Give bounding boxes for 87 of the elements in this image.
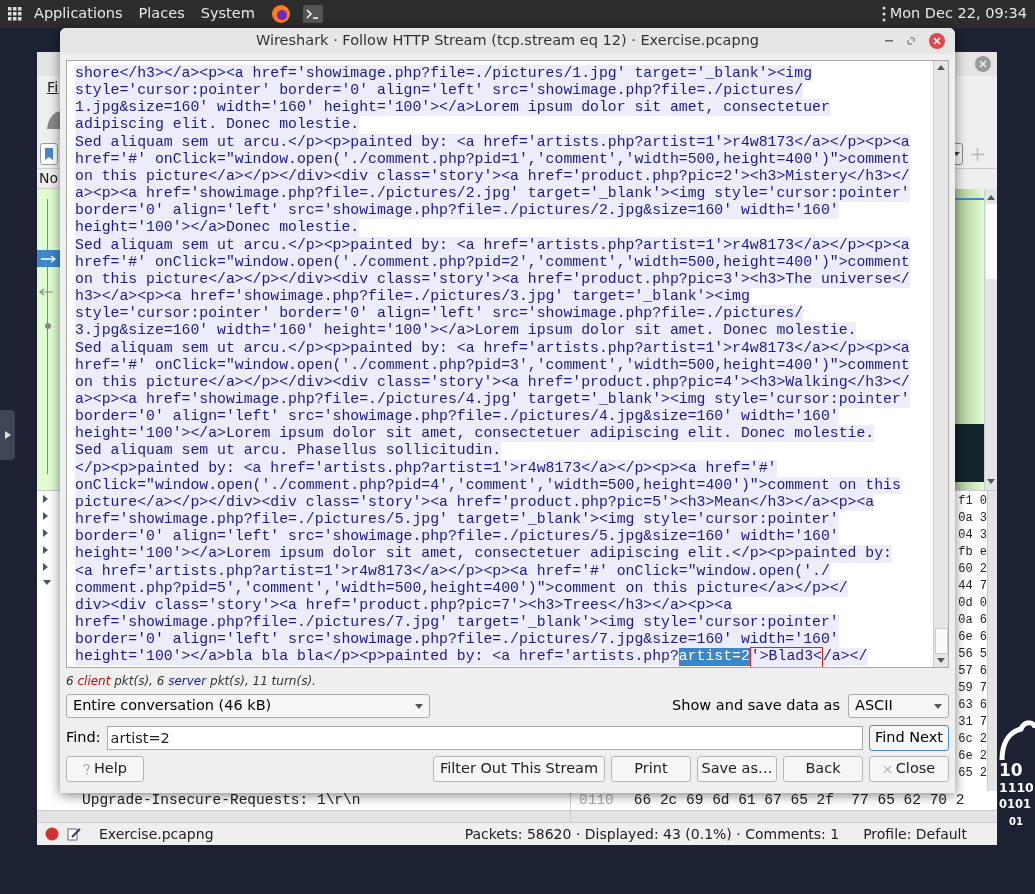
- status-dot-icon: [45, 827, 59, 841]
- scroll-thumb[interactable]: [985, 204, 997, 279]
- close-icon: [882, 764, 892, 774]
- hex-bytes: 65 2: [958, 765, 987, 782]
- scrollbar[interactable]: [984, 189, 997, 490]
- status-profile: Profile: Default: [863, 824, 967, 844]
- apps-grid-icon[interactable]: [8, 7, 22, 21]
- stream-text-area[interactable]: [66, 60, 949, 668]
- hex-bytes: 04 3: [958, 527, 987, 544]
- scrollbar[interactable]: [571, 810, 997, 822]
- dialog-button[interactable]: Back: [783, 756, 863, 782]
- find-next-button[interactable]: Find Next: [869, 725, 949, 751]
- binary-text: 01: [1009, 815, 1024, 829]
- caret-icon: [415, 703, 423, 709]
- bookmark-button[interactable]: [40, 143, 58, 165]
- expand-arrow-icon[interactable]: [43, 512, 48, 520]
- hex-bytes: 6e 6: [958, 629, 987, 646]
- scroll-up-icon[interactable]: [987, 195, 995, 200]
- expand-arrow-icon[interactable]: [43, 495, 48, 503]
- close-icon[interactable]: [929, 33, 945, 49]
- dialog-button[interactable]: Filter Out This Stream: [433, 756, 605, 782]
- restore-icon[interactable]: [907, 37, 915, 45]
- detail-line: Upgrade-Insecure-Requests: 1\r\n: [82, 790, 361, 810]
- arrow-right-icon: [41, 254, 57, 263]
- scroll-down-icon[interactable]: [937, 658, 945, 663]
- terminal-icon[interactable]: [302, 5, 323, 23]
- top-menu[interactable]: Applications: [34, 3, 123, 25]
- hex-bytes: 59 7: [958, 680, 987, 697]
- binary-text: 10: [999, 762, 1024, 779]
- hex-bytes: 0d 0: [958, 595, 987, 612]
- hex-bytes: 60 2: [958, 561, 987, 578]
- status-file: Exercise.pcapng: [99, 824, 214, 844]
- expand-arrow-icon[interactable]: [43, 546, 48, 554]
- hex-bytes: 0a 3: [958, 510, 987, 527]
- expand-arrow-icon[interactable]: [43, 529, 48, 537]
- find-label: Find:: [66, 728, 101, 748]
- window-title: Wireshark · Follow HTTP Stream (tcp.stream eq 12) · Exercise.pcapng: [255, 31, 760, 51]
- help-icon: [82, 763, 90, 775]
- stream-stats: 6 client pkt(s), 6 server pkt(s), 11 turn(s).: [66, 673, 317, 690]
- scrollbar[interactable]: [987, 491, 997, 791]
- show-as-label: Show and save data as: [672, 696, 840, 716]
- more-icon[interactable]: [881, 6, 886, 22]
- browser-icon[interactable]: [270, 4, 291, 24]
- scrollbar[interactable]: [37, 810, 570, 822]
- edit-icon[interactable]: [67, 827, 81, 841]
- bookmark-icon: [45, 148, 53, 160]
- binary-text: 1110: [999, 779, 1034, 796]
- hex-bytes: 0a 6: [958, 612, 987, 629]
- scroll-down-icon[interactable]: [987, 479, 995, 484]
- conversation-select[interactable]: Entire conversation (46 kB): [66, 694, 430, 718]
- scrollbar[interactable]: [933, 61, 948, 667]
- format-select[interactable]: ASCII: [848, 694, 949, 718]
- dock-handle[interactable]: [0, 410, 15, 460]
- scroll-thumb[interactable]: [934, 628, 948, 654]
- collapse-arrow-icon[interactable]: [43, 580, 51, 585]
- menu-item[interactable]: Fi: [47, 77, 59, 99]
- hex-bytes: 6c 2: [958, 731, 987, 748]
- top-menu[interactable]: Places: [138, 3, 185, 25]
- search-match: artist=2: [678, 648, 750, 666]
- hex-bytes: 31 7: [958, 714, 987, 731]
- expand-arrow-icon[interactable]: [43, 563, 48, 571]
- hex-bytes: 56 5: [958, 646, 987, 663]
- hex-bytes: 44 7: [958, 578, 987, 595]
- hex-bytes: 6e 2: [958, 748, 987, 765]
- status-packets: Packets: 58620 · Displayed: 43 (0.1%) · Comments: 1: [464, 824, 840, 844]
- dialog-button[interactable]: Print: [611, 756, 691, 782]
- top-menu[interactable]: System: [200, 3, 255, 25]
- binary-text: 0101: [999, 796, 1032, 813]
- hex-bytes: f1 0: [958, 493, 987, 510]
- close-button[interactable]: Close: [869, 756, 949, 782]
- cloud-icon[interactable]: [999, 718, 1035, 760]
- caret-icon: [952, 152, 960, 156]
- shark-fin-icon[interactable]: [45, 109, 61, 131]
- hex-offset: 0110: [579, 790, 614, 810]
- dialog-button[interactable]: Save as…: [697, 756, 777, 782]
- hex-bytes: 66 2c 69 6d 61 67 65 2f 77 65 62 70 2: [633, 790, 965, 810]
- hex-bytes: 63 6: [958, 697, 987, 714]
- hex-bytes: fb e: [958, 544, 987, 561]
- find-field[interactable]: artist=2: [106, 726, 863, 750]
- help-button[interactable]: Help: [66, 756, 144, 782]
- clock[interactable]: Mon Dec 22, 09:34: [889, 3, 1027, 25]
- caret-icon: [934, 703, 942, 709]
- play-icon: [4, 431, 11, 439]
- selected-row[interactable]: [37, 250, 60, 267]
- column-header[interactable]: No: [39, 168, 59, 189]
- hex-bytes: 57 6: [958, 663, 987, 680]
- scroll-up-icon[interactable]: [937, 65, 945, 70]
